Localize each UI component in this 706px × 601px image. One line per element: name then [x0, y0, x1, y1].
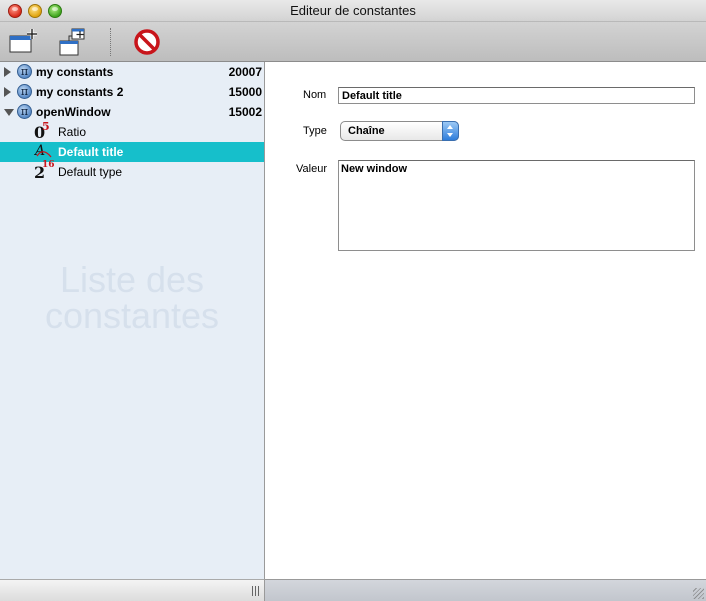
pi-icon: π: [17, 64, 32, 79]
disclosure-triangle-icon[interactable]: [4, 87, 11, 97]
value-textarea[interactable]: New window: [338, 160, 695, 251]
group-label: my constants: [36, 65, 114, 79]
app-window: Editeur de constantes Liste des constant…: [0, 0, 706, 601]
constant-row[interactable]: 2 16 Default type: [0, 160, 264, 182]
toolbar-separator: [110, 28, 111, 56]
integer-type-icon-sup: 16: [42, 160, 55, 170]
watermark-line-1: Liste des: [59, 259, 205, 300]
resize-grip-icon[interactable]: [693, 588, 704, 599]
new-window-add-icon: [9, 29, 37, 53]
type-label: Type: [303, 125, 327, 137]
add-constant-icon: [59, 28, 85, 56]
window-title: Editeur de constantes: [290, 3, 416, 18]
integer-type-icon: 2 16: [34, 160, 55, 182]
main-footer: [265, 579, 706, 601]
delete-button[interactable]: [132, 27, 162, 57]
string-type-icon-stroke: [36, 151, 52, 158]
delete-icon: [134, 29, 160, 55]
constant-row-selected[interactable]: A Default title: [0, 142, 264, 162]
value-text: New window: [341, 163, 407, 175]
disclosure-triangle-icon[interactable]: [4, 67, 11, 77]
constant-label: Default type: [58, 165, 123, 179]
constant-label: Ratio: [58, 125, 87, 139]
group-row[interactable]: π openWindow 15002: [0, 102, 264, 122]
group-number: 20007: [228, 65, 262, 79]
pi-icon: π: [17, 84, 32, 99]
watermark-line-2: constantes: [44, 295, 220, 336]
sidebar-watermark: Liste des constantes: [0, 262, 264, 334]
group-label: my constants 2: [36, 85, 124, 99]
sidebar-footer: [0, 579, 265, 601]
select-arrows-icon: [442, 121, 459, 141]
value-label: Valeur: [296, 163, 327, 175]
constant-row[interactable]: 0 5 Ratio: [0, 120, 264, 142]
constants-sidebar: Liste des constantes π my constants 2000…: [0, 62, 265, 579]
pi-icon: π: [17, 104, 32, 119]
string-type-icon: A: [34, 143, 54, 161]
new-constant-button[interactable]: [58, 27, 88, 57]
name-label: Nom: [303, 89, 327, 101]
split-view-grip-icon[interactable]: [252, 586, 260, 596]
group-number: 15000: [228, 85, 262, 99]
new-group-button[interactable]: [8, 27, 38, 57]
type-select[interactable]: Chaîne: [340, 121, 459, 141]
number-type-icon: 0 5: [34, 120, 54, 142]
disclosure-triangle-open-icon[interactable]: [4, 109, 14, 116]
group-row[interactable]: π my constants 2 15000: [0, 82, 264, 102]
constant-label: Default title: [58, 145, 124, 159]
number-type-icon-sup: 5: [42, 120, 50, 133]
group-row[interactable]: π my constants 20007: [0, 62, 264, 82]
toolbar: [0, 22, 706, 62]
name-input[interactable]: [338, 87, 695, 104]
type-select-value: Chaîne: [348, 125, 385, 137]
title-bar[interactable]: Editeur de constantes: [0, 0, 706, 22]
group-label: openWindow: [36, 105, 111, 119]
group-number: 15002: [228, 105, 262, 119]
